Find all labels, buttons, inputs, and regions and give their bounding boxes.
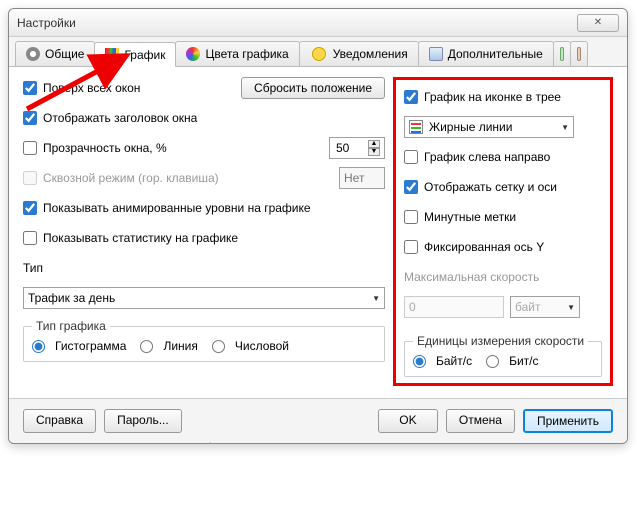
show-anim-checkbox[interactable]: Показывать анимированные уровни на графи… xyxy=(23,201,311,215)
tab-label: Дополнительные xyxy=(448,47,543,61)
type-label: Тип xyxy=(23,261,43,275)
chart-type-line[interactable]: Линия xyxy=(140,339,197,353)
passthrough-checkbox: Сквозной режим (гор. клавиша) xyxy=(23,171,219,185)
checkbox-label: График на иконке в трее xyxy=(424,90,561,104)
tab-label: График xyxy=(124,48,165,62)
left-to-right-checkbox[interactable]: График слева направо xyxy=(404,150,550,164)
left-column: Поверх всех окон Сбросить положение Отоб… xyxy=(23,77,385,386)
minute-marks-checkbox[interactable]: Минутные метки xyxy=(404,210,516,224)
opacity-spinner[interactable]: ▲▼ xyxy=(329,137,385,159)
titlebar: Настройки ✕ xyxy=(9,9,627,37)
checkbox-label: Поверх всех окон xyxy=(43,81,140,95)
tray-icon-graph-checkbox[interactable]: График на иконке в трее xyxy=(404,90,561,104)
settings-window: Настройки ✕ Общие График Цвета графика У… xyxy=(8,8,628,444)
chevron-down-icon: ▼ xyxy=(567,303,575,312)
help-button[interactable]: Справка xyxy=(23,409,96,433)
checkbox-label: Фиксированная ось Y xyxy=(424,240,544,254)
tab-extra[interactable]: Дополнительные xyxy=(418,41,554,66)
show-title-checkbox[interactable]: Отображать заголовок окна xyxy=(23,111,197,125)
chart-icon xyxy=(105,48,119,62)
checkbox-label: Отображать сетку и оси xyxy=(424,180,557,194)
combo-value: Жирные линии xyxy=(429,120,512,134)
extra-icon xyxy=(429,47,443,61)
close-button[interactable]: ✕ xyxy=(577,14,619,32)
sheet-icon xyxy=(560,47,564,61)
tabstrip: Общие График Цвета графика Уведомления Д… xyxy=(9,37,627,67)
checkbox-label: Минутные метки xyxy=(424,210,516,224)
tab-general[interactable]: Общие xyxy=(15,41,95,66)
password-button[interactable]: Пароль... xyxy=(104,409,182,433)
fieldset-legend: Тип графика xyxy=(32,319,110,333)
fieldset-legend: Единицы измерения скорости xyxy=(413,334,588,348)
checkbox-label: График слева направо xyxy=(424,150,550,164)
opacity-value[interactable] xyxy=(334,140,368,156)
tab-label: Цвета графика xyxy=(205,47,288,61)
opacity-checkbox[interactable]: Прозрачность окна, % xyxy=(23,141,167,155)
cancel-button[interactable]: Отмена xyxy=(446,409,515,433)
chart-type-fieldset: Тип графика Гистограмма Линия Числовой xyxy=(23,319,385,362)
checkbox-label: Сквозной режим (гор. клавиша) xyxy=(43,171,219,185)
tab-label: Уведомления xyxy=(333,47,408,61)
max-speed-unit-combo: байт ▼ xyxy=(510,296,580,318)
right-column: График на иконке в трее Жирные линии ▼ Г… xyxy=(393,77,613,386)
unit-bytes[interactable]: Байт/с xyxy=(413,354,472,368)
palette-icon xyxy=(186,47,200,61)
chevron-down-icon: ▼ xyxy=(372,294,380,303)
db-icon xyxy=(577,47,581,61)
line-style-icon xyxy=(409,120,423,134)
max-speed-input xyxy=(404,296,504,318)
gear-icon xyxy=(26,47,40,61)
speed-units-fieldset: Единицы измерения скорости Байт/с Бит/с xyxy=(404,334,602,377)
tab-more-2[interactable] xyxy=(570,41,588,66)
show-grid-checkbox[interactable]: Отображать сетку и оси xyxy=(404,180,557,194)
fixed-y-checkbox[interactable]: Фиксированная ось Y xyxy=(404,240,544,254)
checkbox-label: Прозрачность окна, % xyxy=(43,141,167,155)
reset-position-button[interactable]: Сбросить положение xyxy=(241,77,385,99)
hotkey-display: Нет xyxy=(339,167,385,189)
spinner-buttons[interactable]: ▲▼ xyxy=(368,140,380,156)
combo-value: Трафик за день xyxy=(28,291,115,305)
apply-button[interactable]: Применить xyxy=(523,409,613,433)
unit-bits[interactable]: Бит/с xyxy=(486,354,538,368)
tab-body: Поверх всех окон Сбросить положение Отоб… xyxy=(9,67,627,398)
dialog-footer: Справка Пароль... OK Отмена Применить xyxy=(9,398,627,443)
tab-label: Общие xyxy=(45,47,84,61)
tab-more-1[interactable] xyxy=(553,41,571,66)
window-title: Настройки xyxy=(17,16,577,30)
tab-colors[interactable]: Цвета графика xyxy=(175,41,299,66)
type-combo[interactable]: Трафик за день ▼ xyxy=(23,287,385,309)
checkbox-label: Показывать анимированные уровни на графи… xyxy=(43,201,311,215)
line-style-combo[interactable]: Жирные линии ▼ xyxy=(404,116,574,138)
tab-notifications[interactable]: Уведомления xyxy=(299,41,419,66)
tab-graph[interactable]: График xyxy=(94,42,176,67)
ok-button[interactable]: OK xyxy=(378,409,438,433)
checkbox-label: Показывать статистику на графике xyxy=(43,231,238,245)
chart-type-histogram[interactable]: Гистограмма xyxy=(32,339,126,353)
always-on-top-checkbox[interactable]: Поверх всех окон xyxy=(23,81,140,95)
max-speed-label: Максимальная скорость xyxy=(404,270,539,284)
checkbox-label: Отображать заголовок окна xyxy=(43,111,197,125)
show-stats-checkbox[interactable]: Показывать статистику на графике xyxy=(23,231,238,245)
combo-value: байт xyxy=(515,300,540,314)
chart-type-number[interactable]: Числовой xyxy=(212,339,289,353)
chevron-down-icon: ▼ xyxy=(561,123,569,132)
bulb-icon xyxy=(312,47,326,61)
